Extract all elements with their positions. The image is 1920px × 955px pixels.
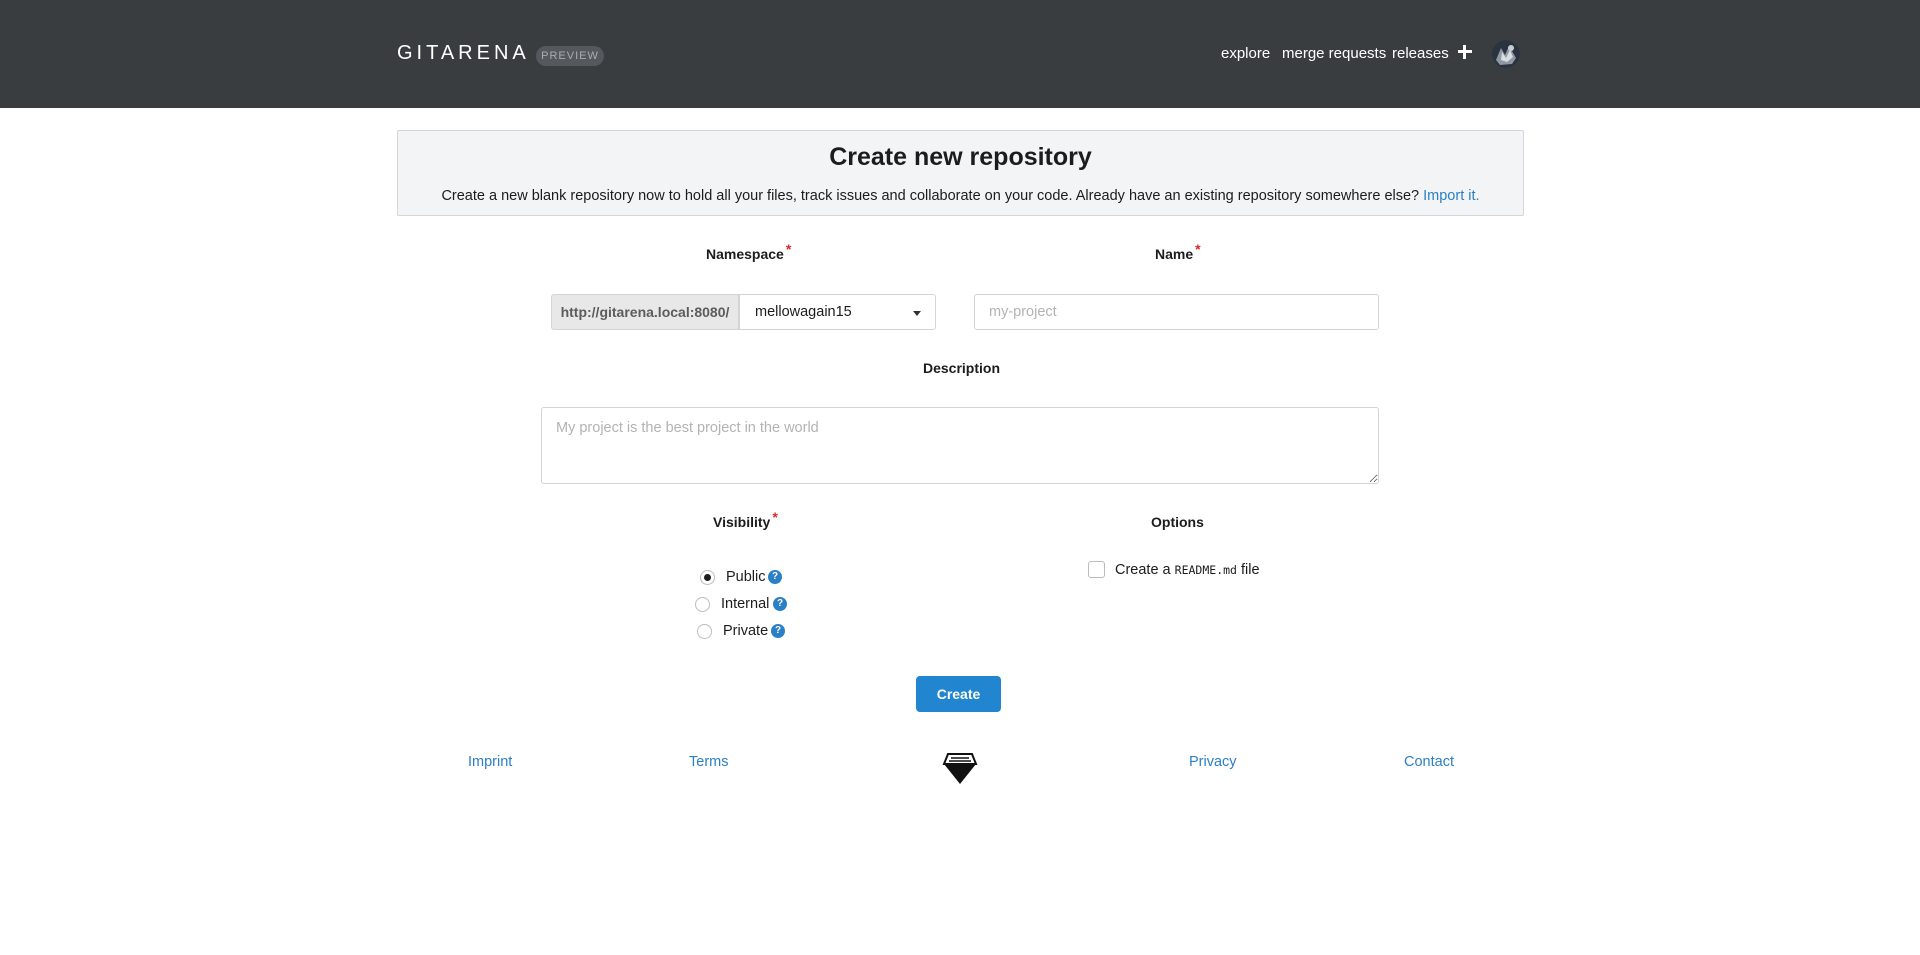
preview-badge: PREVIEW — [536, 46, 604, 66]
radio-internal-label: Internal — [721, 596, 770, 612]
help-icon[interactable]: ? — [771, 624, 785, 638]
required-mark: * — [785, 241, 792, 257]
options-label: Options — [1151, 514, 1204, 530]
radio-public[interactable] — [700, 570, 715, 585]
name-label: Name * — [1155, 241, 1201, 262]
create-button[interactable]: Create — [916, 676, 1001, 712]
namespace-label: Namespace * — [706, 241, 791, 262]
name-input[interactable] — [974, 294, 1379, 330]
namespace-url-prefix: http://gitarena.local:8080/ — [551, 294, 739, 330]
import-link[interactable]: Import it. — [1423, 188, 1479, 204]
nav-explore[interactable]: explore — [1221, 45, 1270, 62]
radio-private[interactable] — [697, 624, 712, 639]
nav-merge-requests[interactable]: merge requests — [1282, 45, 1386, 62]
intro-subtitle: Create a new blank repository now to hol… — [398, 188, 1523, 204]
radio-public-label: Public — [726, 569, 766, 585]
description-label: Description — [923, 360, 1001, 376]
visibility-label: Visibility * — [713, 509, 778, 530]
footer-privacy[interactable]: Privacy — [1189, 754, 1237, 770]
footer-terms[interactable]: Terms — [689, 754, 728, 770]
intro-text: Create a new blank repository now to hol… — [441, 188, 1420, 204]
plus-icon[interactable] — [1456, 43, 1474, 61]
visibility-option-internal[interactable]: Internal ? — [695, 595, 790, 615]
namespace-label-text: Namespace — [706, 246, 784, 262]
top-navbar: GITARENA PREVIEW explore merge requests … — [0, 0, 1920, 108]
namespace-value: mellowagain15 — [755, 304, 852, 320]
description-textarea[interactable] — [541, 407, 1379, 484]
name-label-text: Name — [1155, 246, 1194, 262]
readme-filename: README.md — [1174, 563, 1237, 577]
readme-prefix: Create a — [1115, 562, 1171, 578]
namespace-dropdown[interactable]: mellowagain15 — [739, 294, 936, 330]
readme-checkbox[interactable] — [1088, 561, 1105, 578]
brand-logo[interactable]: GITARENA — [397, 42, 530, 65]
caret-down-icon — [913, 311, 921, 316]
required-mark: * — [1195, 241, 1201, 257]
visibility-option-public[interactable]: Public ? — [700, 568, 790, 588]
readme-label: Create a README.md file — [1115, 562, 1260, 578]
footer-imprint[interactable]: Imprint — [468, 754, 512, 770]
help-icon[interactable]: ? — [768, 570, 782, 584]
avatar[interactable] — [1492, 40, 1520, 68]
help-icon[interactable]: ? — [773, 597, 787, 611]
footer-logo-icon — [940, 750, 980, 786]
radio-internal[interactable] — [695, 597, 710, 612]
readme-suffix: file — [1241, 562, 1260, 578]
page-title: Create new repository — [829, 143, 1092, 171]
avatar-image — [1492, 40, 1520, 68]
visibility-option-private[interactable]: Private ? — [697, 622, 792, 642]
intro-card: Create new repository Create a new blank… — [397, 130, 1524, 216]
footer-contact[interactable]: Contact — [1404, 754, 1454, 770]
radio-private-label: Private — [723, 623, 769, 639]
nav-releases[interactable]: releases — [1392, 45, 1449, 62]
required-mark: * — [772, 509, 778, 525]
visibility-label-text: Visibility — [713, 514, 771, 530]
